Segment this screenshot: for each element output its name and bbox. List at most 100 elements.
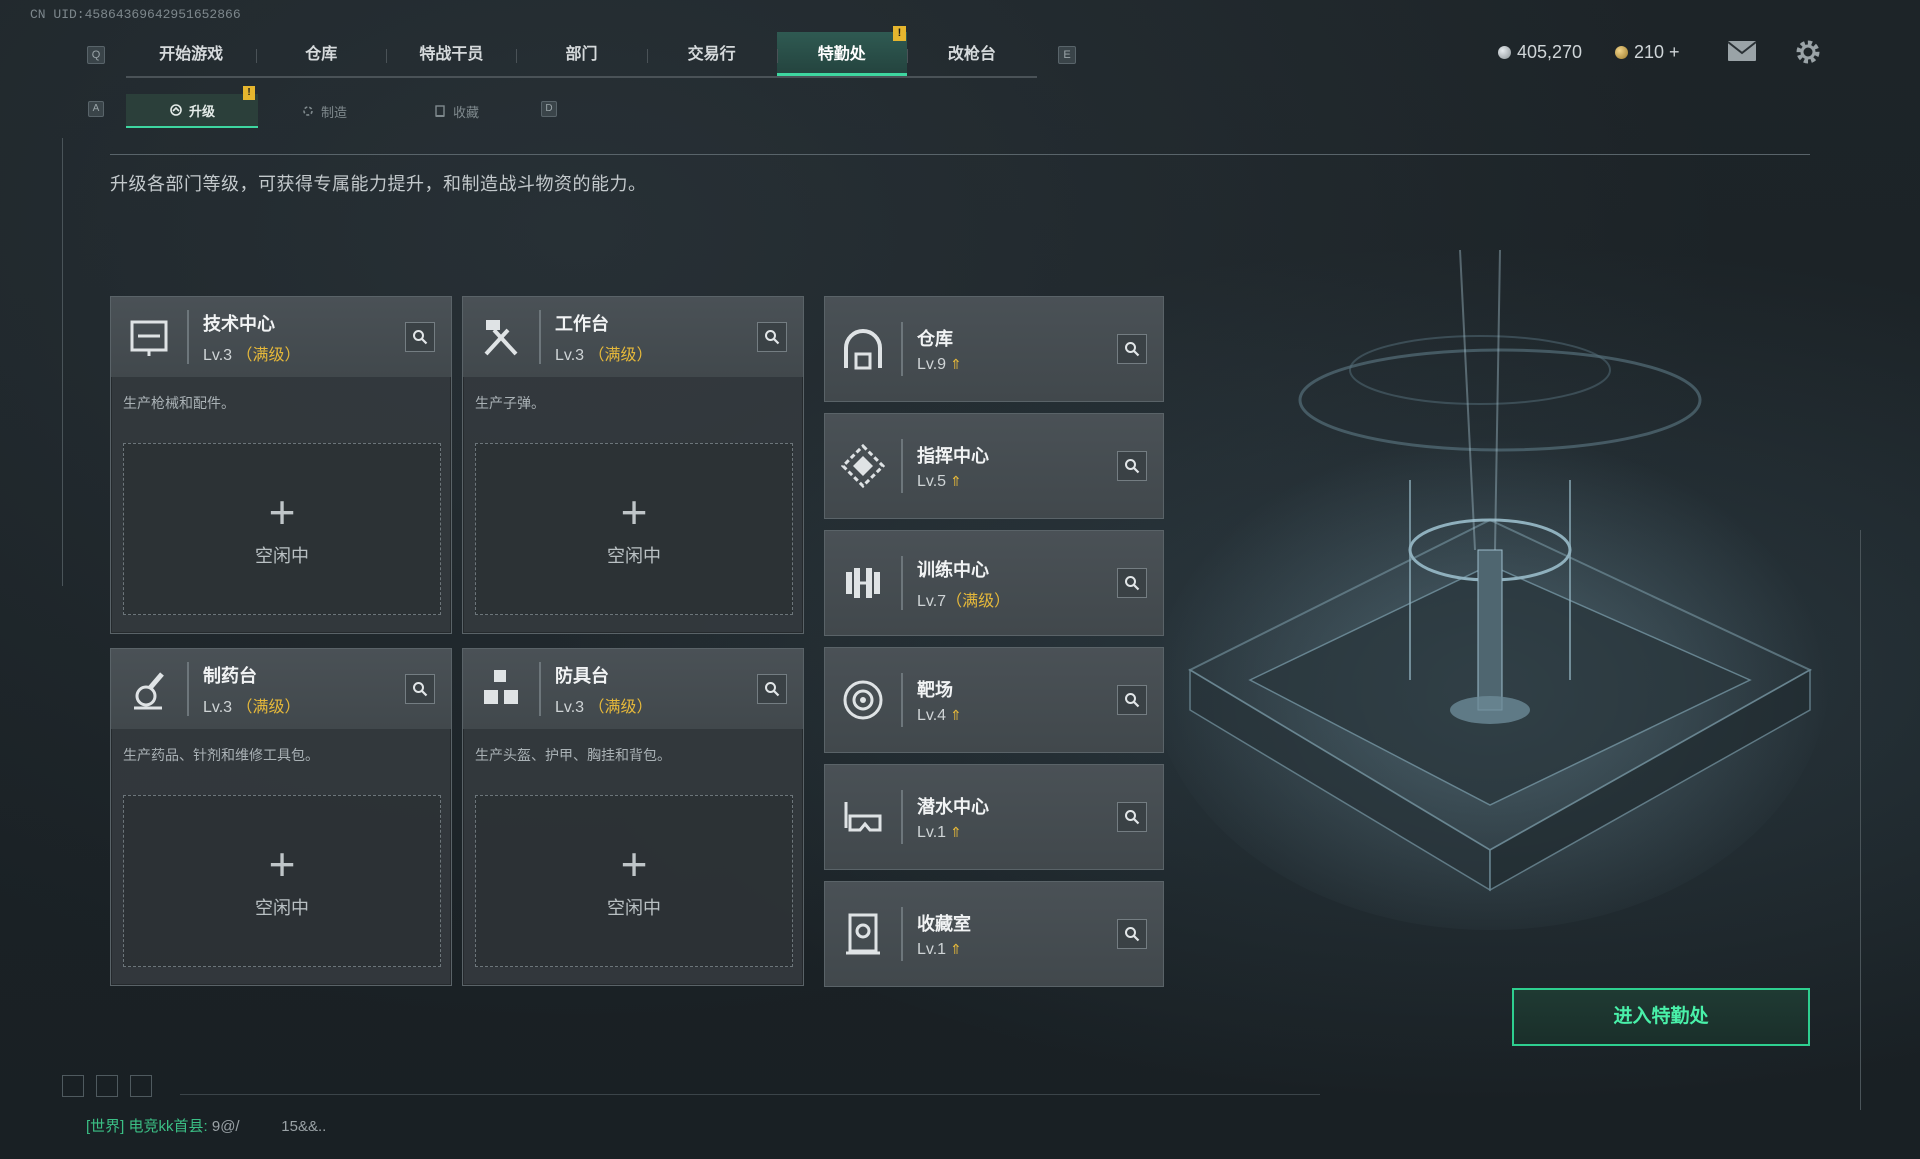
level-value: Lv.3	[203, 698, 233, 716]
card-title: 制药台	[203, 665, 257, 686]
plus-icon: +	[620, 486, 648, 538]
silver-amount: 405,270	[1517, 42, 1583, 62]
gold-currency[interactable]: 210 +	[1615, 42, 1680, 63]
nav-tab[interactable]: 交易行	[646, 32, 777, 76]
upgrade-arrow-icon: ⇑	[950, 706, 962, 723]
max-level-tag: （满级）	[588, 698, 653, 716]
card-level: Lv.1 ⇑	[917, 941, 971, 959]
armor-bench-icon	[463, 649, 539, 729]
card-level: Lv.3 （满级）	[555, 341, 653, 365]
expand-icon[interactable]	[96, 1075, 118, 1097]
plus-icon: +	[620, 838, 648, 890]
facility-card[interactable]: 潜水中心 Lv.1 ⇑	[824, 764, 1164, 870]
production-slot[interactable]: + 空闲中	[123, 795, 441, 967]
card-header: 工作台 Lv.3 （满级）	[463, 297, 803, 377]
chat-sender: 电竞kk首县:	[128, 1118, 208, 1135]
minimize-icon[interactable]	[62, 1075, 84, 1097]
frame-line	[62, 138, 63, 586]
divider	[187, 662, 189, 716]
production-card[interactable]: 制药台 Lv.3 （满级） 生产药品、针剂和维修工具包。 + 空闲中	[110, 648, 452, 986]
subtab-craft-label: 制造	[320, 104, 347, 120]
resize-icon[interactable]	[130, 1075, 152, 1097]
card-header: 防具台 Lv.3 （满级）	[463, 649, 803, 729]
level-value: Lv.5	[917, 472, 947, 490]
level-value: Lv.7	[917, 592, 947, 610]
facility-card[interactable]: 靶场 Lv.4 ⇑	[824, 647, 1164, 753]
search-icon[interactable]	[1117, 568, 1147, 598]
search-icon[interactable]	[1117, 451, 1147, 481]
search-icon[interactable]	[1117, 334, 1147, 364]
search-icon[interactable]	[757, 674, 787, 704]
frame-line	[180, 1094, 1320, 1095]
world-chat[interactable]: [世界] 电竞kk首县: 9@/ 15&&..	[86, 1115, 326, 1136]
facility-card[interactable]: 仓库 Lv.9 ⇑	[824, 296, 1164, 402]
card-title: 防具台	[555, 665, 609, 686]
nav-tab[interactable]: 特勤处	[776, 32, 907, 76]
card-title: 靶场	[917, 679, 953, 700]
collection-room-icon	[825, 882, 901, 986]
mail-icon[interactable]	[1727, 40, 1757, 67]
level-value: Lv.9	[917, 355, 947, 373]
card-level: Lv.4 ⇑	[917, 707, 962, 725]
production-card[interactable]: 技术中心 Lv.3 （满级） 生产枪械和配件。 + 空闲中	[110, 296, 452, 634]
production-slot[interactable]: + 空闲中	[123, 443, 441, 615]
divider	[187, 310, 189, 364]
production-card[interactable]: 工作台 Lv.3 （满级） 生产子弹。 + 空闲中	[462, 296, 804, 634]
card-title: 仓库	[917, 328, 953, 349]
nav-tab[interactable]: 部门	[516, 32, 646, 76]
card-title: 收藏室	[917, 913, 971, 934]
card-title: 潜水中心	[917, 796, 989, 817]
subtab-craft[interactable]: 制造	[258, 94, 390, 128]
card-level: Lv.7（满级）	[917, 587, 1010, 611]
search-icon[interactable]	[757, 322, 787, 352]
production-slot[interactable]: + 空闲中	[475, 443, 793, 615]
max-level-tag: （满级）	[946, 592, 1011, 610]
enter-special-ops-button[interactable]: 进入特勤处	[1512, 988, 1810, 1046]
bottom-toolbar	[62, 1075, 152, 1097]
subtab-upgrade[interactable]: 升级	[126, 94, 258, 128]
search-icon[interactable]	[405, 322, 435, 352]
search-icon[interactable]	[405, 674, 435, 704]
search-icon[interactable]	[1117, 919, 1147, 949]
page-description: 升级各部门等级，可获得专属能力提升，和制造战斗物资的能力。	[110, 174, 647, 194]
nav-tab[interactable]: 特战干员	[386, 32, 516, 76]
subtab-upgrade-label: 升级	[188, 103, 215, 119]
production-slot[interactable]: + 空闲中	[475, 795, 793, 967]
divider	[901, 556, 903, 610]
nav-tab[interactable]: 改枪台	[906, 32, 1037, 76]
plus-icon: +	[268, 486, 296, 538]
level-value: Lv.1	[917, 823, 947, 841]
facility-card[interactable]: 训练中心 Lv.7（满级）	[824, 530, 1164, 636]
facility-card[interactable]: 收藏室 Lv.1 ⇑	[824, 881, 1164, 987]
upgrade-arrow-icon: ⇑	[950, 940, 962, 957]
nav-tab[interactable]: 开始游戏	[126, 32, 256, 76]
card-level: Lv.1 ⇑	[917, 824, 989, 842]
divider-line	[110, 154, 1810, 155]
card-description: 生产子弹。	[475, 395, 545, 411]
command-center-icon	[825, 414, 901, 518]
subtab-collection[interactable]: 收藏	[390, 94, 522, 128]
pharmacy-icon	[111, 649, 187, 729]
subtab-collection-label: 收藏	[452, 104, 479, 120]
card-title: 技术中心	[203, 313, 275, 334]
card-level: Lv.5 ⇑	[917, 473, 989, 491]
slot-status: 空闲中	[607, 546, 661, 566]
card-title: 指挥中心	[917, 445, 989, 466]
silver-coin-icon	[1498, 46, 1511, 59]
production-card[interactable]: 防具台 Lv.3 （满级） 生产头盔、护甲、胸挂和背包。 + 空闲中	[462, 648, 804, 986]
card-level: Lv.3 （满级）	[203, 341, 301, 365]
card-description: 生产药品、针剂和维修工具包。	[123, 747, 319, 763]
subtab-prev-key-hint: A	[88, 101, 104, 117]
search-icon[interactable]	[1117, 802, 1147, 832]
nav-tab[interactable]: 仓库	[256, 32, 386, 76]
subtab-next-key-hint: D	[541, 101, 557, 117]
subtab-alert-badge: !	[243, 86, 255, 100]
gear-icon[interactable]	[1795, 39, 1821, 70]
upgrade-arrow-icon: ⇑	[950, 823, 962, 840]
divider	[539, 662, 541, 716]
facility-card[interactable]: 指挥中心 Lv.5 ⇑	[824, 413, 1164, 519]
search-icon[interactable]	[1117, 685, 1147, 715]
card-description: 生产头盔、护甲、胸挂和背包。	[475, 747, 671, 763]
divider	[901, 673, 903, 727]
tech-center-icon	[111, 297, 187, 377]
